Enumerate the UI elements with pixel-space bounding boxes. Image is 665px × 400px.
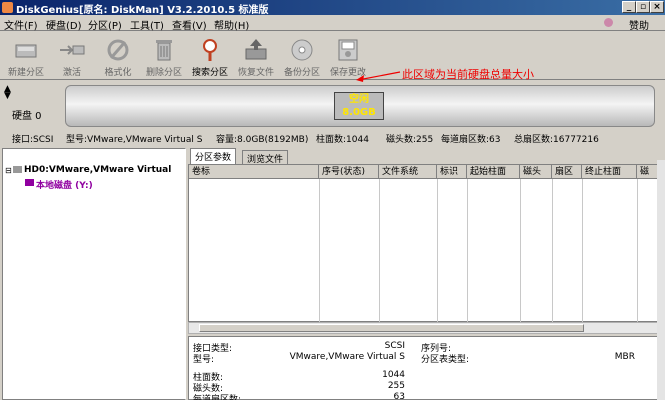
activate-icon	[60, 45, 85, 55]
menu-bar: 文件(F) 硬盘(D) 分区(P) 工具(T) 查看(V) 帮助(H) 赞助	[0, 15, 665, 32]
detail-model-label: 型号:	[193, 355, 215, 365]
column-divider	[437, 179, 438, 323]
backup-partition-label: 备份分区	[283, 68, 320, 78]
horizontal-scrollbar[interactable]	[188, 322, 663, 334]
vertical-scrollbar[interactable]	[657, 160, 665, 400]
recover-files-button[interactable]: 恢复文件	[234, 34, 278, 78]
activate-button[interactable]: 激活	[50, 34, 94, 78]
col-start-cylinder[interactable]: 起始柱面	[467, 165, 520, 179]
detail-model-value: VMware,VMware Virtual S	[289, 352, 405, 362]
delete-partition-label: 删除分区	[145, 68, 182, 78]
backup-partition-icon	[291, 39, 313, 61]
search-partition-label: 搜索分区	[191, 68, 228, 78]
recover-files-label: 恢复文件	[237, 68, 274, 78]
format-icon	[107, 39, 129, 61]
menu-view[interactable]: 查看(V)	[172, 17, 207, 32]
minimize-button[interactable]: _	[622, 1, 636, 13]
right-panel: 分区参数 浏览文件 卷标 序号(状态) 文件系统 标识 起始柱面 磁头 扇区 终…	[188, 148, 665, 400]
detail-heads-value: 255	[387, 381, 405, 391]
detail-interface-type-value: SCSI	[384, 341, 405, 351]
info-heads: 磁头数:255	[386, 135, 434, 145]
disk-map-area: ▲ ▼ 硬盘 0 空闲 8.0GB	[0, 82, 665, 130]
backup-partition-button[interactable]: 备份分区	[280, 34, 324, 78]
window-title: DiskGenius[原名: DiskMan] V3.2.2010.5 标准版	[16, 5, 269, 16]
detail-spt-label: 每道扇区数:	[193, 395, 242, 400]
recover-files-icon	[245, 39, 267, 60]
col-volume-label[interactable]: 卷标	[189, 165, 319, 179]
tree-item-disk[interactable]: HD0:VMware,VMware Virtual	[24, 165, 171, 175]
delete-partition-button[interactable]: 删除分区	[142, 34, 186, 78]
col-head[interactable]: 磁头	[520, 165, 552, 179]
info-cylinders: 柱面数:1044	[316, 135, 369, 145]
new-partition-icon	[15, 44, 37, 58]
free-space-label: 空闲	[349, 94, 369, 105]
new-partition-label: 新建分区	[7, 68, 44, 78]
activate-label: 激活	[62, 68, 81, 78]
disk-drive-icon	[13, 166, 22, 173]
disk-details-panel: 接口类型: SCSI 型号: VMware,VMware Virtual S 序…	[188, 336, 663, 400]
save-changes-icon	[338, 39, 358, 61]
tree-item-local-disk[interactable]: 本地磁盘 (Y:)	[36, 178, 93, 191]
menu-partition[interactable]: 分区(P)	[88, 17, 122, 32]
col-filesystem[interactable]: 文件系统	[379, 165, 437, 179]
toolbar: 新建分区 激活 格式化 删除分区 搜索分区 恢复文件 备份分区 保存更改	[0, 32, 665, 80]
tab-partition-params[interactable]: 分区参数	[190, 148, 237, 164]
menu-file[interactable]: 文件(F)	[4, 17, 38, 32]
new-partition-button[interactable]: 新建分区	[4, 34, 48, 78]
detail-cylinders-value: 1044	[382, 370, 405, 380]
col-id[interactable]: 标识	[437, 165, 467, 179]
info-sectors-per-track: 每道扇区数:63	[441, 135, 501, 145]
detail-spt-value: 63	[393, 392, 405, 400]
detail-partition-table-value: MBR	[614, 352, 635, 362]
info-total-sectors: 总扇区数:16777216	[514, 135, 599, 145]
donate-link[interactable]: 赞助	[629, 17, 649, 32]
column-divider	[552, 179, 553, 323]
disk-tree: ⊟ HD0:VMware,VMware Virtual 本地磁盘 (Y:)	[2, 148, 186, 400]
col-sector[interactable]: 扇区	[552, 165, 582, 179]
volume-icon	[25, 179, 34, 186]
info-model: 型号:VMware,VMware Virtual S	[66, 135, 203, 145]
free-space-size: 8.0GB	[342, 107, 376, 118]
column-divider	[319, 179, 320, 323]
info-capacity: 容量:8.0GB(8192MB)	[216, 135, 309, 145]
free-space-block[interactable]: 空闲 8.0GB	[334, 92, 384, 120]
search-partition-icon	[203, 39, 217, 61]
donate-icon	[604, 18, 613, 27]
tab-browse-files[interactable]: 浏览文件	[242, 150, 289, 165]
search-partition-button[interactable]: 搜索分区	[188, 34, 232, 78]
column-divider	[520, 179, 521, 323]
tree-expand-icon[interactable]: ⊟	[5, 166, 12, 175]
menu-help[interactable]: 帮助(H)	[214, 17, 249, 32]
title-bar: DiskGenius[原名: DiskMan] V3.2.2010.5 标准版 …	[0, 0, 665, 16]
format-label: 格式化	[104, 68, 132, 78]
delete-partition-icon	[156, 40, 172, 61]
app-icon	[2, 2, 13, 13]
column-divider	[379, 179, 380, 323]
disk-info-line: 接口:SCSI 型号:VMware,VMware Virtual S 容量:8.…	[0, 130, 665, 146]
close-button[interactable]: ×	[650, 1, 664, 13]
menu-tools[interactable]: 工具(T)	[130, 17, 164, 32]
disk-bar[interactable]: 空闲 8.0GB	[65, 85, 655, 127]
disk-nav-arrows-icon[interactable]: ▲ ▼	[4, 85, 11, 101]
scrollbar-thumb[interactable]	[199, 324, 584, 332]
disk-label: 硬盘 0	[12, 111, 42, 122]
col-end-cylinder[interactable]: 终止柱面	[582, 165, 637, 179]
column-divider	[467, 179, 468, 323]
partition-table: 卷标 序号(状态) 文件系统 标识 起始柱面 磁头 扇区 终止柱面 磁	[188, 164, 663, 323]
column-divider	[582, 179, 583, 323]
maximize-button[interactable]: ▫	[636, 1, 650, 13]
column-divider	[637, 179, 638, 323]
format-button[interactable]: 格式化	[96, 34, 140, 78]
info-interface: 接口:SCSI	[12, 135, 54, 145]
menu-disk[interactable]: 硬盘(D)	[46, 17, 82, 32]
annotation-text: 此区域为当前硬盘总量大小	[402, 68, 534, 81]
detail-partition-table-label: 分区表类型:	[421, 355, 470, 365]
col-index-status[interactable]: 序号(状态)	[319, 165, 379, 179]
